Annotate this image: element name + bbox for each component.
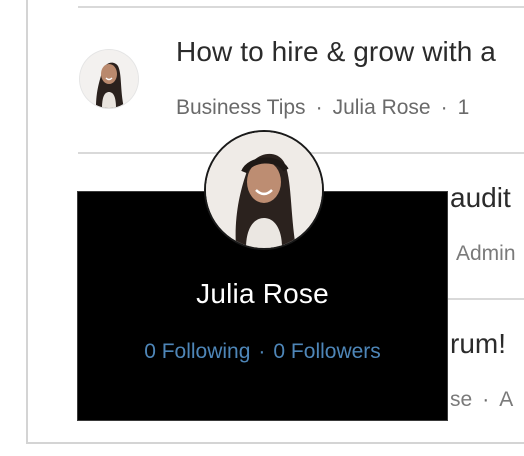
post-title[interactable]: rum! <box>450 328 506 360</box>
post-meta: se · A <box>450 388 513 412</box>
post-meta: Admin <box>456 242 516 266</box>
post-time: A <box>499 388 514 411</box>
post-title[interactable]: audit <box>450 182 511 214</box>
profile-photo-icon <box>80 50 138 108</box>
profile-stats: 0 Following · 0 Followers <box>78 340 447 364</box>
post-author[interactable]: se <box>450 388 472 411</box>
profile-photo-icon <box>206 132 322 248</box>
post-author[interactable]: Julia Rose <box>333 96 431 119</box>
meta-separator: · <box>315 96 323 119</box>
post-author[interactable]: Admin <box>456 242 516 265</box>
profile-avatar[interactable] <box>204 130 324 250</box>
profile-name[interactable]: Julia Rose <box>78 278 447 310</box>
post-meta: Business Tips · Julia Rose · 1 <box>176 96 469 120</box>
meta-separator: · <box>482 388 490 411</box>
stats-separator: · <box>258 340 266 363</box>
following-link[interactable]: 0 Following <box>144 340 250 363</box>
post-time: 1 <box>457 96 470 119</box>
post-title[interactable]: How to hire & grow with a <box>176 36 496 68</box>
post-category[interactable]: Business Tips <box>176 96 306 119</box>
row-divider <box>78 6 524 8</box>
author-avatar[interactable] <box>80 50 138 108</box>
meta-separator: · <box>440 96 448 119</box>
followers-link[interactable]: 0 Followers <box>273 340 380 363</box>
